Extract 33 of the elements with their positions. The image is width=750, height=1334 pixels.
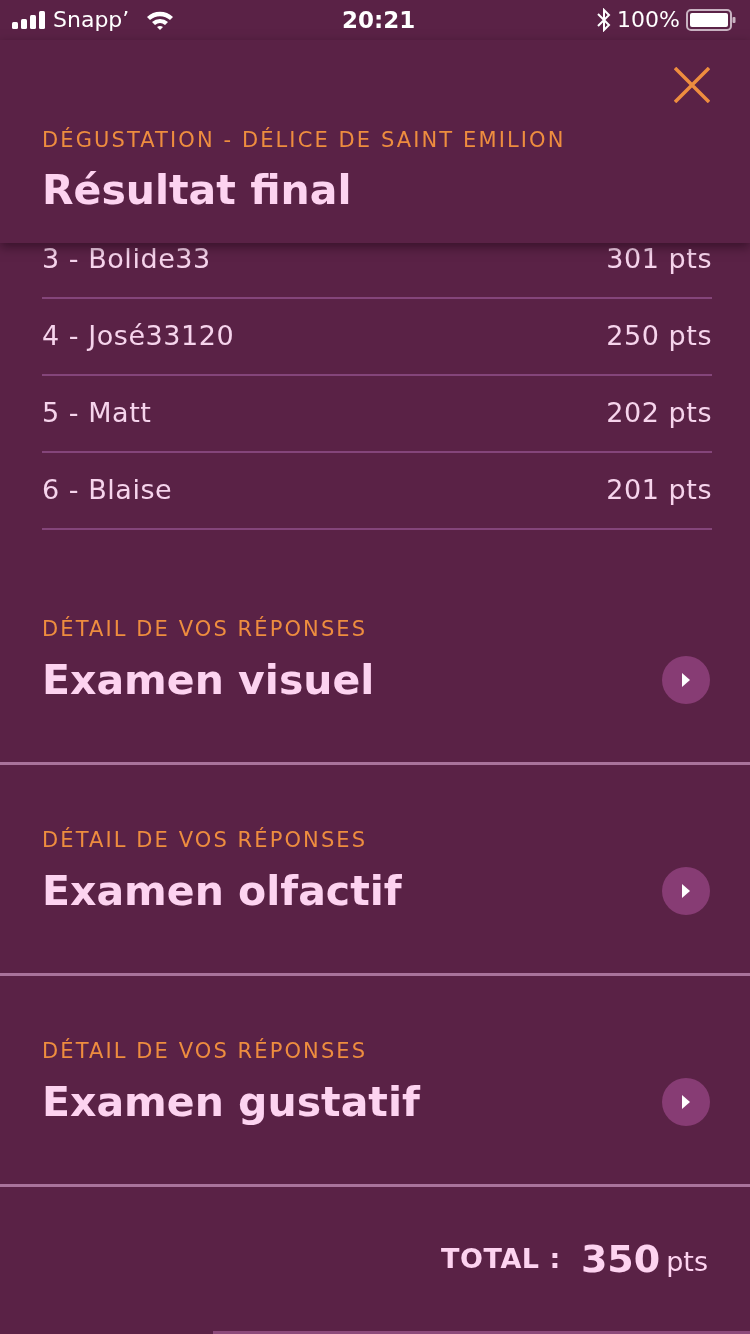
- player-name: 5 - Matt: [42, 396, 152, 431]
- open-details-button[interactable]: [662, 1078, 710, 1126]
- battery-icon: [686, 9, 736, 31]
- player-name: 6 - Blaise: [42, 473, 173, 508]
- wifi-icon: [146, 10, 175, 30]
- page-title: Résultat final: [42, 166, 353, 214]
- battery-percent: 100%: [617, 9, 680, 31]
- carrier-name: Snapp’: [53, 9, 130, 31]
- open-details-button[interactable]: [662, 656, 710, 704]
- player-score: 250 pts: [606, 319, 712, 354]
- section-label: DÉTAIL DE VOS RÉPONSES: [42, 615, 369, 643]
- player-score: 301 pts: [606, 243, 712, 277]
- tasting-subtitle: DÉGUSTATION - DÉLICE DE SAINT EMILION: [42, 126, 567, 154]
- player-score: 201 pts: [606, 473, 712, 508]
- open-details-button[interactable]: [662, 867, 710, 915]
- section-title: Examen gustatif: [42, 1077, 420, 1127]
- play-icon: [682, 884, 690, 898]
- close-icon: [674, 67, 710, 103]
- section-label: DÉTAIL DE VOS RÉPONSES: [42, 1037, 369, 1065]
- status-time: 20:21: [342, 8, 416, 32]
- total-label: TOTAL :: [441, 1241, 561, 1276]
- bluetooth-icon: [597, 8, 612, 32]
- total-unit: pts: [666, 1244, 708, 1279]
- play-icon: [682, 673, 690, 687]
- player-score: 202 pts: [606, 396, 712, 431]
- total-value: 350: [580, 1235, 661, 1283]
- section-title: Examen olfactif: [42, 866, 402, 916]
- section-title: Examen visuel: [42, 655, 375, 705]
- signal-icon: [12, 11, 46, 29]
- player-name: 3 - Bolide33: [42, 243, 211, 277]
- player-name: 4 - José33120: [42, 319, 235, 354]
- play-icon: [682, 1095, 690, 1109]
- section-label: DÉTAIL DE VOS RÉPONSES: [42, 826, 369, 854]
